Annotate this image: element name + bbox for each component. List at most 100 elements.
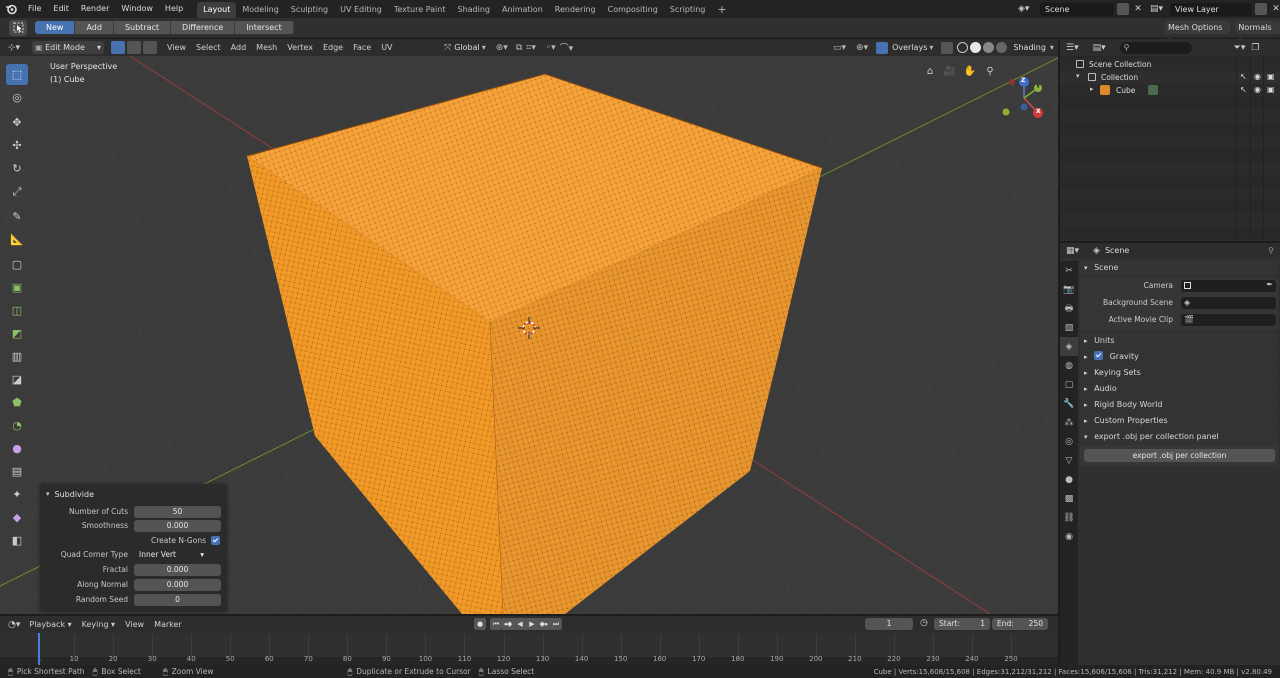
- jump-end-icon[interactable]: ⏭: [550, 618, 562, 630]
- scale-tool-icon[interactable]: ⤢: [6, 181, 28, 202]
- filter-icon[interactable]: ⏷▾: [1234, 43, 1246, 53]
- tab-rendering[interactable]: Rendering: [549, 2, 602, 18]
- visibility-icon[interactable]: ◉: [1254, 72, 1261, 81]
- material-shading-icon[interactable]: [983, 42, 995, 53]
- toggle-camera-icon[interactable]: ⌂: [922, 64, 938, 80]
- start-frame-field[interactable]: Start: 1: [934, 618, 990, 630]
- mode-new-button[interactable]: New: [35, 21, 76, 34]
- timeline-track[interactable]: 1102030405060708090100110120130140150160…: [0, 633, 1058, 665]
- menu-vertex[interactable]: Vertex: [282, 39, 318, 56]
- menu-view[interactable]: View: [162, 39, 191, 56]
- face-select-icon[interactable]: [143, 41, 157, 54]
- tab-animation[interactable]: Animation: [496, 2, 549, 18]
- extrude-tool-icon[interactable]: ▣: [6, 277, 28, 298]
- visibility-icon[interactable]: ◉: [1254, 85, 1261, 94]
- eyedropper-icon[interactable]: ✒: [1266, 280, 1273, 289]
- menu-add[interactable]: Add: [226, 39, 252, 56]
- menu-edge[interactable]: Edge: [318, 39, 348, 56]
- camera-view-icon[interactable]: 🎥: [942, 64, 958, 80]
- normals-dropdown[interactable]: Normals ▾: [1235, 21, 1280, 45]
- loop-cut-tool-icon[interactable]: ▥: [6, 346, 28, 367]
- menu-window[interactable]: Window: [115, 0, 159, 18]
- scene-field[interactable]: Scene: [1040, 2, 1114, 16]
- mesh-options-dropdown[interactable]: Mesh Options ▾: [1165, 21, 1231, 45]
- fractal-field[interactable]: 0.000: [134, 564, 221, 576]
- tab-layout[interactable]: Layout: [197, 2, 237, 18]
- material-tab-icon[interactable]: ●: [1060, 470, 1078, 489]
- keying-sets-panel[interactable]: ▸ Keying Sets: [1080, 365, 1278, 380]
- play-reverse-icon[interactable]: ◀: [514, 618, 526, 630]
- new-collection-icon[interactable]: ❐: [1251, 43, 1259, 53]
- outliner-editor-icon[interactable]: ☰▾: [1066, 43, 1079, 53]
- outliner-search-input[interactable]: ⚲: [1119, 41, 1192, 54]
- annotate-tool-icon[interactable]: ✎: [6, 206, 28, 227]
- blender-logo-icon[interactable]: [0, 0, 22, 18]
- rendered-shading-icon[interactable]: [996, 42, 1008, 53]
- audio-panel[interactable]: ▸ Audio: [1080, 381, 1278, 396]
- pivot-icon[interactable]: ⊛▾: [496, 43, 508, 53]
- timeline-editor-icon[interactable]: ◔▾: [8, 620, 20, 630]
- object-tab-icon[interactable]: ▢: [1060, 375, 1078, 394]
- menu-file[interactable]: File: [22, 0, 47, 18]
- new-view-layer-icon[interactable]: [1255, 3, 1267, 15]
- extra-tab-icon[interactable]: ◉: [1060, 527, 1078, 546]
- editor-type-icon[interactable]: ⊹▾: [8, 43, 28, 53]
- zoom-view-icon[interactable]: ⚲: [982, 64, 998, 80]
- number-of-cuts-field[interactable]: 50: [134, 506, 221, 518]
- wireframe-shading-icon[interactable]: [957, 42, 969, 53]
- timeline-menu-keying[interactable]: Keying ▾: [77, 616, 120, 633]
- camera-field[interactable]: ✒: [1181, 280, 1276, 292]
- spin-tool-icon[interactable]: ◔: [6, 415, 28, 436]
- tab-shading[interactable]: Shading: [451, 2, 496, 18]
- outliner-row-collection[interactable]: ▾ Collection ↖ ◉ ▣: [1060, 71, 1280, 84]
- gravity-checkbox[interactable]: [1094, 351, 1104, 360]
- active-movie-clip-field[interactable]: 🎬: [1181, 314, 1276, 326]
- smooth-tool-icon[interactable]: ●: [6, 438, 28, 459]
- view-layer-icon[interactable]: ▤▾: [1150, 4, 1168, 14]
- tab-modeling[interactable]: Modeling: [236, 2, 284, 18]
- gizmo-toggle-icon[interactable]: ⊕▾: [856, 43, 868, 53]
- menu-uv[interactable]: UV: [376, 39, 397, 56]
- render-tab-icon[interactable]: 📷: [1060, 280, 1078, 299]
- mode-add-button[interactable]: Add: [75, 21, 114, 34]
- remove-view-layer-icon[interactable]: ✕: [1270, 3, 1280, 15]
- menu-edit[interactable]: Edit: [47, 0, 75, 18]
- render-toggle-icon[interactable]: ▣: [1267, 85, 1275, 94]
- particles-tab-icon[interactable]: ⁂: [1060, 413, 1078, 432]
- view-object-types-icon[interactable]: ▭▾: [833, 43, 846, 53]
- shear-tool-icon[interactable]: ◆: [6, 507, 28, 528]
- snap-icon[interactable]: ⧉: [516, 43, 522, 53]
- properties-editor-icon[interactable]: ▦▾: [1066, 246, 1079, 256]
- bevel-tool-icon[interactable]: ◩: [6, 323, 28, 344]
- output-tab-icon[interactable]: 🖶: [1060, 299, 1078, 318]
- units-panel[interactable]: ▸ Units: [1080, 333, 1278, 348]
- create-ngons-checkbox[interactable]: [211, 536, 220, 545]
- edge-select-icon[interactable]: [127, 41, 141, 54]
- measure-tool-icon[interactable]: 📐: [6, 229, 28, 250]
- menu-select[interactable]: Select: [191, 39, 226, 56]
- tab-uv-editing[interactable]: UV Editing: [334, 2, 388, 18]
- menu-render[interactable]: Render: [75, 0, 115, 18]
- add-workspace-button[interactable]: +: [711, 2, 732, 18]
- proportional-edit-icon[interactable]: ◦▾: [546, 43, 556, 53]
- playhead[interactable]: [38, 633, 40, 665]
- menu-face[interactable]: Face: [348, 39, 376, 56]
- timeline-menu-playback[interactable]: Playback ▾: [24, 616, 76, 633]
- select-box-tool-icon[interactable]: [9, 19, 27, 36]
- gravity-panel[interactable]: ▸ Gravity: [1080, 349, 1278, 364]
- tab-texture-paint[interactable]: Texture Paint: [388, 2, 452, 18]
- overlays-dropdown[interactable]: Overlays: [892, 43, 927, 52]
- pan-view-icon[interactable]: ✋: [962, 64, 978, 80]
- expand-arrow-icon[interactable]: ▾: [1076, 72, 1080, 80]
- 3d-viewport[interactable]: Z X Y ⌂ 🎥 ✋ ⚲ User Perspective (1) Cube …: [0, 56, 1058, 614]
- rotate-tool-icon[interactable]: ↻: [6, 158, 28, 179]
- overlays-icon[interactable]: [876, 41, 889, 54]
- custom-properties-panel[interactable]: ▸ Custom Properties: [1080, 413, 1278, 428]
- timeline-menu-marker[interactable]: Marker: [149, 616, 187, 633]
- next-keyframe-icon[interactable]: ◆▸: [538, 618, 550, 630]
- knife-tool-icon[interactable]: ◪: [6, 369, 28, 390]
- shading-dropdown[interactable]: Shading: [1013, 43, 1046, 52]
- mode-subtract-button[interactable]: Subtract: [113, 21, 172, 34]
- mode-difference-button[interactable]: Difference: [171, 21, 236, 34]
- falloff-icon[interactable]: ⌒▾: [560, 41, 574, 54]
